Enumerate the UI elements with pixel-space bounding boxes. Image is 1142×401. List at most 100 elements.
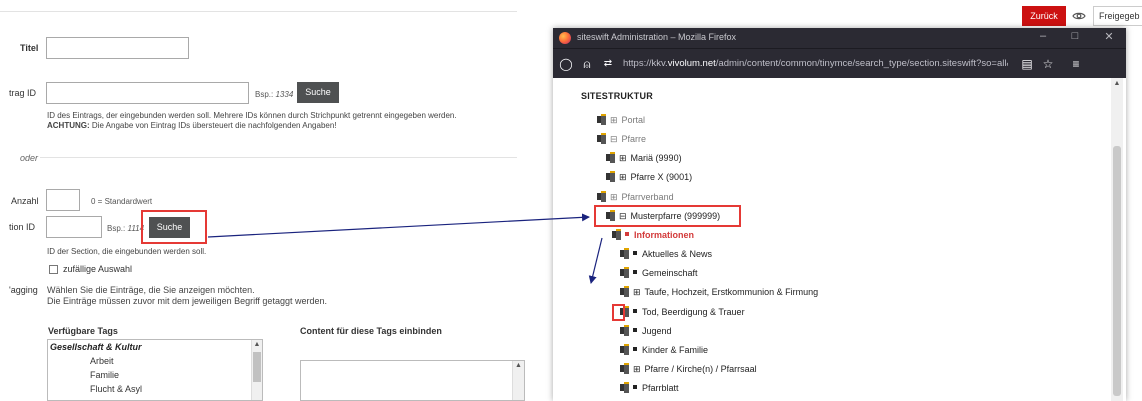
eintrag-suche-button[interactable]: Suche [297,82,339,103]
titel-label: Titel [20,43,39,53]
bullet-icon [633,385,637,389]
oder-label: oder [20,153,39,163]
tree-node-label[interactable]: Kinder & Familie [642,345,708,355]
page-icon[interactable] [612,229,621,240]
page-icon[interactable] [620,286,629,297]
minimize-icon[interactable]: – [1036,30,1050,42]
page-icon[interactable] [620,267,629,278]
tree-node-label[interactable]: Jugend [642,326,672,336]
shield-icon[interactable]: ◯ [559,57,573,71]
tree-node[interactable]: ⊞ Pfarre X (9001) [606,171,692,183]
expand-toggle-icon[interactable]: ⊞ [610,115,618,125]
tree-node-label[interactable]: Pfarrverband [622,192,674,202]
tree-node-label[interactable]: Pfarre / Kirche(n) / Pfarrsaal [645,364,757,374]
section-id-description: ID der Section, die eingebunden werden s… [47,247,207,256]
tree-node[interactable]: Tod, Beerdigung & Trauer [620,306,745,318]
scroll-thumb[interactable] [253,352,261,382]
scroll-up-icon[interactable]: ▲ [252,340,262,350]
tree-node[interactable]: Pfarrblatt [620,382,679,394]
content-list-scrollbar[interactable]: ▲ [512,361,524,400]
scroll-up-icon[interactable]: ▲ [513,361,524,371]
anzahl-input[interactable] [46,189,80,211]
tree-node[interactable]: Informationen [612,229,694,241]
eye-icon[interactable] [1072,9,1086,23]
lock-icon[interactable]: ⍝ [580,57,594,71]
content-tags-list[interactable]: ▲ [300,360,525,401]
divider [0,11,517,12]
tree-node[interactable]: Jugend [620,325,672,337]
oder-divider [40,157,517,158]
bullet-icon [633,270,637,274]
tree-node-label[interactable]: Pfarrblatt [642,383,679,393]
page-scrollbar[interactable]: ▲ [1111,78,1123,401]
bullet-icon [633,328,637,332]
expand-toggle-icon[interactable]: ⊞ [633,287,641,297]
random-checkbox[interactable] [49,265,58,274]
tree-node[interactable]: Kinder & Familie [620,344,708,356]
page-icon[interactable] [597,191,606,202]
tree-node-label[interactable]: Pfarre [622,134,647,144]
page-icon[interactable] [620,363,629,374]
page-icon[interactable] [606,152,615,163]
eintrag-id-example: Bsp.: 1334 [255,90,294,99]
expand-toggle-icon[interactable]: ⊞ [619,153,627,163]
permissions-icon[interactable]: ⇄ [601,57,615,71]
tagging-label: 'agging [9,285,38,295]
tree-node-label[interactable]: Aktuelles & News [642,249,712,259]
freigabe-button[interactable]: Freigegeb [1093,6,1142,26]
reader-view-icon[interactable]: ▤ [1020,57,1034,71]
anzahl-label: Anzahl [11,196,39,206]
tree-node[interactable]: ⊞ Mariä (9990) [606,152,682,164]
anzahl-hint: 0 = Standardwert [91,197,153,206]
tree-node[interactable]: ⊞ Taufe, Hochzeit, Erstkommunion & Firmun… [620,286,818,298]
tag-option[interactable]: Flucht & Asyl [48,382,262,396]
maximize-icon[interactable]: □ [1068,30,1082,42]
sitestruktur-heading: SITESTRUKTUR [581,91,653,101]
tagging-description: Wählen Sie die Einträge, die Sie anzeige… [47,285,327,306]
page-icon[interactable] [597,133,606,144]
close-icon[interactable]: ✕ [1102,30,1116,43]
section-id-input[interactable] [46,216,102,238]
zurueck-button[interactable]: Zurück [1022,6,1066,26]
expand-toggle-icon[interactable]: ⊞ [633,364,641,374]
tree-node[interactable]: ⊞ Portal [597,114,645,126]
popup-page: SITESTRUKTUR ⊞ Portal ⊟ Pfarre ⊞ Mariä (999… [553,78,1126,401]
page-icon[interactable] [606,171,615,182]
page-icon[interactable] [620,344,629,355]
collapse-toggle-icon[interactable]: ⊟ [610,134,618,144]
tree-node[interactable]: Gemeinschaft [620,267,698,279]
tree-node[interactable]: ⊟ Pfarre [597,133,646,145]
bullet-icon [633,347,637,351]
page-icon[interactable] [597,114,606,125]
eintrag-id-label: trag ID [9,88,37,98]
scroll-up-icon[interactable]: ▲ [1111,78,1123,90]
tree-node-label[interactable]: Tod, Beerdigung & Trauer [642,307,745,317]
tag-option[interactable]: Familie [48,368,262,382]
bookmark-star-icon[interactable]: ☆ [1041,57,1055,71]
tree-node[interactable]: ⊞ Pfarrverband [597,191,674,203]
tree-node[interactable]: ⊞ Pfarre / Kirche(n) / Pfarrsaal [620,363,757,375]
url-text[interactable]: https://kkv.vivolum.net/admin/content/co… [623,58,1008,69]
address-bar[interactable]: ◯ ⍝ ⇄ https://kkv.vivolum.net/admin/cont… [553,48,1126,78]
scroll-thumb[interactable] [1113,146,1121,396]
available-tags-list[interactable]: Gesellschaft & Kultur Arbeit Familie Flu… [47,339,263,401]
expand-toggle-icon[interactable]: ⊞ [610,192,618,202]
highlight-box [141,210,207,244]
tree-node-label[interactable]: Gemeinschaft [642,268,698,278]
eintrag-id-input[interactable] [46,82,249,104]
expand-toggle-icon[interactable]: ⊞ [619,172,627,182]
tree-node[interactable]: Aktuelles & News [620,248,712,260]
tag-option[interactable]: Arbeit [48,354,262,368]
titel-input[interactable] [46,37,189,59]
section-id-label: tion ID [9,222,36,232]
tree-node-label[interactable]: Portal [622,115,646,125]
page-icon[interactable] [620,248,629,259]
tree-node-label[interactable]: Pfarre X (9001) [631,172,693,182]
page-icon[interactable] [620,382,629,393]
tag-list-scrollbar[interactable]: ▲ [251,340,262,400]
tree-node-label[interactable]: Informationen [634,230,694,240]
tree-node-label[interactable]: Mariä (9990) [631,153,682,163]
tree-node-label[interactable]: Taufe, Hochzeit, Erstkommunion & Firmung [645,287,819,297]
page-icon[interactable] [620,325,629,336]
menu-icon[interactable]: ≡ [1069,57,1083,71]
